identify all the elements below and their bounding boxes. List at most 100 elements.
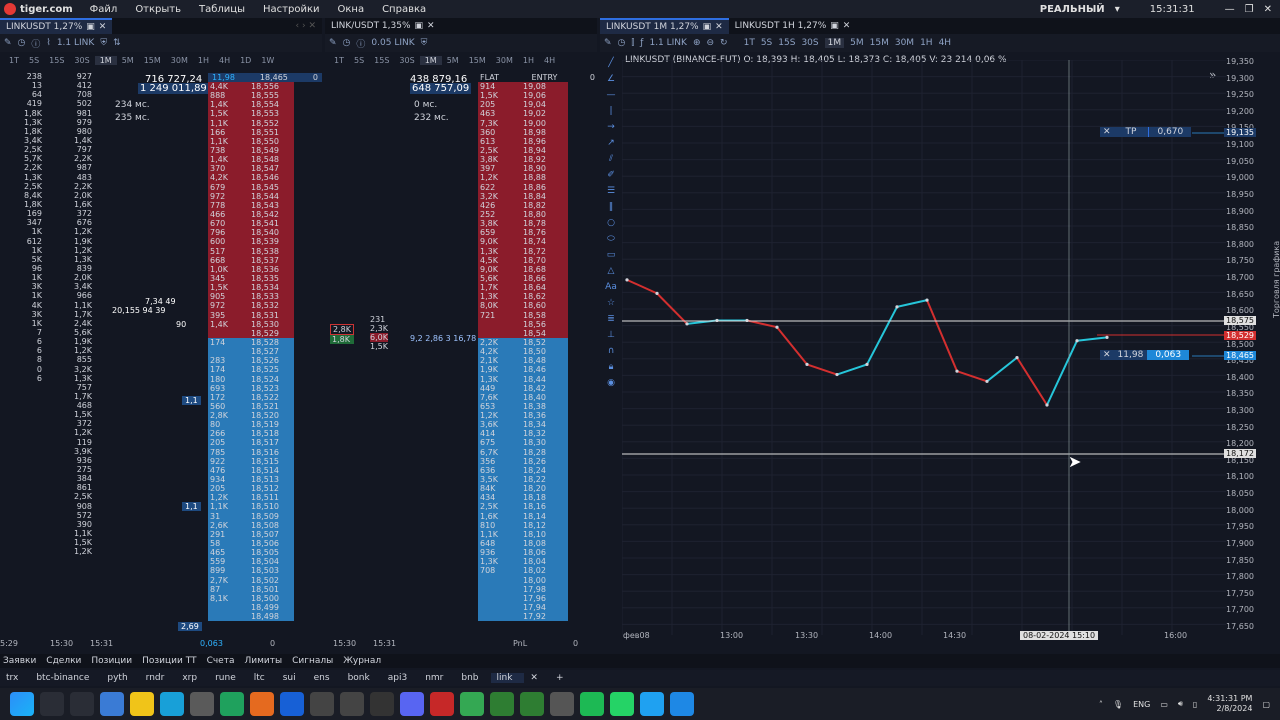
folder-icon[interactable]	[130, 692, 154, 716]
tf-1t[interactable]: 1T	[744, 38, 755, 48]
dom-row[interactable]: 465 18,505	[208, 548, 294, 558]
dom-row[interactable]: 205 18,517	[208, 438, 294, 448]
dom-row[interactable]: 936 18,06	[478, 548, 568, 558]
dom-row[interactable]: 675 18,30	[478, 438, 568, 448]
app-icon[interactable]	[490, 692, 514, 716]
app-icon[interactable]	[550, 692, 574, 716]
magnet-tool-icon[interactable]: ∩	[608, 346, 615, 356]
tf-15s[interactable]: 15S	[369, 56, 394, 65]
dom-row[interactable]: 17,94	[478, 603, 568, 613]
dom-row[interactable]: 434 18,18	[478, 493, 568, 503]
symbol-tab[interactable]: ens	[308, 673, 342, 683]
tf-15m[interactable]: 15M	[139, 56, 166, 65]
dom-row[interactable]: 1,4K 18,530	[208, 319, 294, 329]
symbol-tab[interactable]: ltc	[248, 673, 277, 683]
add-tab-icon[interactable]: +	[550, 673, 576, 683]
dom-row[interactable]: 58 18,506	[208, 539, 294, 549]
dom-row[interactable]: 1,5K 18,534	[208, 283, 294, 293]
app-icon[interactable]	[370, 692, 394, 716]
indicators-icon[interactable]: ƒ	[640, 38, 643, 48]
tf-1d[interactable]: 1D	[235, 56, 256, 65]
dom-row[interactable]: 466 18,542	[208, 209, 294, 220]
tf-1w[interactable]: 1W	[256, 56, 279, 65]
dom-row[interactable]: 636 18,24	[478, 465, 568, 476]
spotify-icon[interactable]	[580, 692, 604, 716]
dom-row[interactable]: 899 18,503	[208, 566, 294, 576]
dom-row[interactable]: 476 18,514	[208, 465, 294, 476]
tf-4h[interactable]: 4H	[214, 56, 235, 65]
ray-tool-icon[interactable]: ∠	[607, 74, 615, 84]
dom-row[interactable]: 2,7K 18,502	[208, 575, 294, 585]
tf-30s[interactable]: 30S	[801, 38, 818, 48]
dom-row[interactable]: 80 18,519	[208, 420, 294, 430]
dom-row[interactable]: 9,0K 18,74	[478, 237, 568, 247]
dom-row[interactable]: 18,529	[208, 328, 294, 338]
tab-positions-tt[interactable]: Позиции TT	[142, 656, 196, 666]
zoom-in-icon[interactable]: ⊕	[693, 38, 701, 48]
hlines-tool-icon[interactable]: ☰	[607, 186, 615, 196]
sort-icon[interactable]: ⇅	[113, 38, 121, 48]
tf-30s[interactable]: 30S	[394, 56, 419, 65]
dom-row[interactable]: 1,3K 18,72	[478, 246, 568, 256]
dom-row[interactable]: 613 18,96	[478, 136, 568, 146]
dom-row[interactable]: 1,9K 18,46	[478, 365, 568, 375]
notification-icon[interactable]: ▢	[1262, 700, 1270, 709]
eye-tool-icon[interactable]: ◉	[607, 378, 615, 388]
dom-row[interactable]: 1,2K 18,511	[208, 493, 294, 503]
maximize-icon[interactable]: ❐	[1245, 4, 1254, 15]
dom-row[interactable]: 559 18,504	[208, 557, 294, 567]
vline-tool-icon[interactable]: |	[609, 106, 612, 116]
tf-30m[interactable]: 30M	[491, 56, 518, 65]
dom-row[interactable]: 397 18,90	[478, 164, 568, 174]
dom-row[interactable]: 622 18,86	[478, 182, 568, 192]
dom-row[interactable]: 778 18,543	[208, 200, 294, 210]
close-tab-icon[interactable]: ✕	[99, 22, 107, 32]
dom-row[interactable]: 1,0K 18,536	[208, 264, 294, 274]
menu-tables[interactable]: Таблицы	[190, 4, 254, 15]
dom-row[interactable]: 266 18,518	[208, 429, 294, 439]
dom-row[interactable]: 3,8K 18,92	[478, 155, 568, 165]
symbol-tab[interactable]: trx	[0, 673, 30, 683]
tab-signals[interactable]: Сигналы	[292, 656, 333, 666]
search-icon[interactable]	[40, 692, 64, 716]
channel-tool-icon[interactable]: ⫽	[609, 154, 613, 164]
dom-row[interactable]: 84K 18,20	[478, 484, 568, 494]
arrow-tool-icon[interactable]: →	[607, 122, 615, 132]
dom-row[interactable]: 905 18,533	[208, 292, 294, 302]
dom-row[interactable]: 31 18,509	[208, 511, 294, 521]
tf-1m[interactable]: 1M	[824, 38, 845, 48]
tf-5m[interactable]: 5M	[442, 56, 464, 65]
dom-row[interactable]: 356 18,26	[478, 456, 568, 466]
dom-row[interactable]: 1,6K 18,14	[478, 511, 568, 521]
chevron-down-icon[interactable]: ▾	[1115, 4, 1120, 15]
tf-5s[interactable]: 5S	[761, 38, 772, 48]
info-icon[interactable]: ⓘ	[31, 37, 40, 50]
dom-row[interactable]: 3,8K 18,78	[478, 219, 568, 229]
app-icon[interactable]	[220, 692, 244, 716]
order-book-1[interactable]: 4,4K 18,556 888 18,555 1,4K 18,554 1,5K 18,553 1…	[208, 82, 294, 634]
dom-row[interactable]: 1,5K 19,06	[478, 91, 568, 101]
tf-1h[interactable]: 1H	[193, 56, 214, 65]
dom-row[interactable]: 426 18,82	[478, 200, 568, 210]
dom-row[interactable]: 4,4K 18,556	[208, 82, 294, 92]
dom-row[interactable]: 18,499	[208, 603, 294, 613]
dom-row[interactable]: 18,527	[208, 347, 294, 357]
ellipse-tool-icon[interactable]: ⬭	[607, 234, 615, 244]
dom-row[interactable]: 659 18,76	[478, 228, 568, 238]
tf-5m[interactable]: 5M	[117, 56, 139, 65]
symbol-tab[interactable]: xrp	[176, 673, 209, 683]
dom-row[interactable]: 1,5K 18,553	[208, 109, 294, 119]
dom-row[interactable]: 6,7K 18,28	[478, 447, 568, 457]
triangle-tool-icon[interactable]: △	[608, 266, 615, 276]
dom-row[interactable]: 2,5K 18,16	[478, 502, 568, 512]
circle-tool-icon[interactable]: ○	[607, 218, 615, 228]
app-icon[interactable]	[280, 692, 304, 716]
tf-5s[interactable]: 5S	[24, 56, 44, 65]
browser-icon[interactable]	[160, 692, 184, 716]
dom-row[interactable]: 9,0K 18,68	[478, 264, 568, 274]
dom-row[interactable]: 17,96	[478, 593, 568, 604]
pencil-icon[interactable]: ✎	[4, 38, 12, 48]
close-position-icon[interactable]: ✕	[1100, 350, 1114, 360]
dom-row[interactable]: 17,98	[478, 584, 568, 594]
network-icon[interactable]: ▭	[1160, 700, 1168, 709]
